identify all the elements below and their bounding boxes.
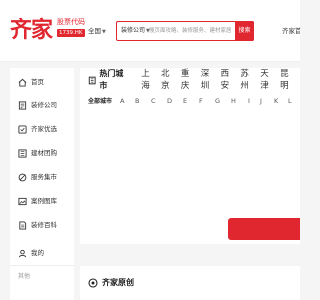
sidebar-item-label: 案例图库 [31,196,57,205]
letter-filter[interactable]: D [167,97,172,106]
original-content-header: 齐家原创 [88,276,134,290]
sidebar-item-home[interactable]: 首页 [18,76,44,88]
letter-filter[interactable]: G [215,97,220,106]
hot-city-link[interactable]: 上海 [141,68,157,92]
page: 齐家 股票代码 1739.HK 全国▼ 装修公司▼ 搜索 齐家首页 首页 装修公… [0,0,300,300]
search-box: 装修公司▼ 搜索 [116,20,254,41]
sidebar-item-gallery[interactable]: 案例图库 [18,195,57,207]
sidebar: 首页 装修公司 齐家优选 建材团购 服务集市 案例图库 装修百科 我的 其他 [10,68,74,300]
letter-filter[interactable]: L [288,97,292,106]
sidebar-item-select[interactable]: 齐家优选 [18,123,57,135]
logo[interactable]: 齐家 股票代码 1739.HK [10,18,90,48]
home-icon [18,78,27,87]
letter-filter[interactable]: E [183,97,187,106]
hot-city-link[interactable]: 西安 [221,68,237,92]
sidebar-item-label: 建材团购 [31,148,57,157]
all-cities-tab[interactable]: 全部城市 [88,97,112,106]
letter-filter[interactable]: H [231,97,236,106]
service-market-icon [18,173,27,181]
original-content-panel: 齐家原创 [80,266,300,300]
letter-filter[interactable]: K [274,97,278,106]
header: 齐家 股票代码 1739.HK 全国▼ 装修公司▼ 搜索 齐家首页 [0,0,300,62]
select-icon [18,124,27,134]
sidebar-item-user[interactable]: 我的 [18,247,44,259]
letter-filter[interactable]: J [260,97,262,106]
letter-filter[interactable]: C [151,97,156,106]
home-link[interactable]: 齐家首页 [282,27,300,36]
letter-filter[interactable]: B [135,97,139,106]
original-content-title: 齐家原创 [102,278,134,287]
promo-banner[interactable] [228,218,300,240]
letter-filter[interactable]: A [120,97,124,106]
sidebar-item-label: 服务集市 [31,172,57,181]
letter-filter[interactable]: F [199,97,203,106]
logo-text: 齐家 [10,18,53,43]
letter-filter[interactable]: I [248,97,250,106]
sidebar-item-label: 首页 [31,77,44,86]
sidebar-item-company[interactable]: 装修公司 [18,99,57,111]
city-selector-label: 全国 [88,27,101,35]
city-letter-index: 全部城市 A B C D E F G H I J K L M [88,97,298,107]
hot-city-link[interactable]: 苏州 [240,68,256,92]
search-button[interactable]: 搜索 [235,20,254,41]
hot-city-link[interactable]: 重庆 [181,68,197,92]
search-category-dropdown[interactable]: 装修公司▼ [121,26,150,36]
sidebar-item-group-buy[interactable]: 建材团购 [18,147,57,159]
stock-code-badge: 1739.HK [57,29,85,37]
encyclopedia-icon [19,220,27,230]
search-input[interactable] [149,23,235,38]
hot-city-link[interactable]: 天津 [260,68,276,92]
building-icon [88,76,96,84]
stock-code-label: 股票代码 [57,18,85,26]
sidebar-item-label: 齐家优选 [31,124,57,133]
original-icon [88,278,98,288]
hot-cities-title: 热门城市 [99,69,124,90]
sidebar-item-encyclopedia[interactable]: 装修百科 [18,219,57,231]
hot-city-link[interactable]: 北京 [161,68,177,92]
chevron-down-icon: ▼ [102,29,106,35]
sidebar-item-service-market[interactable]: 服务集市 [18,171,57,183]
sidebar-divider [10,265,74,266]
search-category-label: 装修公司 [121,27,146,34]
city-selector[interactable]: 全国▼ [88,27,106,37]
sidebar-item-label: 装修公司 [31,100,57,109]
gallery-icon [18,197,27,205]
user-icon [18,249,27,257]
sidebar-section-other: 其他 [18,273,31,280]
hot-city-link[interactable]: 昆明 [280,68,296,92]
sidebar-item-label: 装修百科 [31,220,57,229]
sidebar-item-label: 我的 [31,248,44,257]
hot-city-link[interactable]: 深圳 [201,68,217,92]
city-panel: 热门城市 上海 北京 重庆 深圳 西安 苏州 天津 昆明 全部城市 A B C … [80,68,300,244]
hot-cities-row: 热门城市 上海 北京 重庆 深圳 西安 苏州 天津 昆明 [88,69,300,91]
group-buy-icon [18,148,27,158]
company-icon [18,100,27,110]
